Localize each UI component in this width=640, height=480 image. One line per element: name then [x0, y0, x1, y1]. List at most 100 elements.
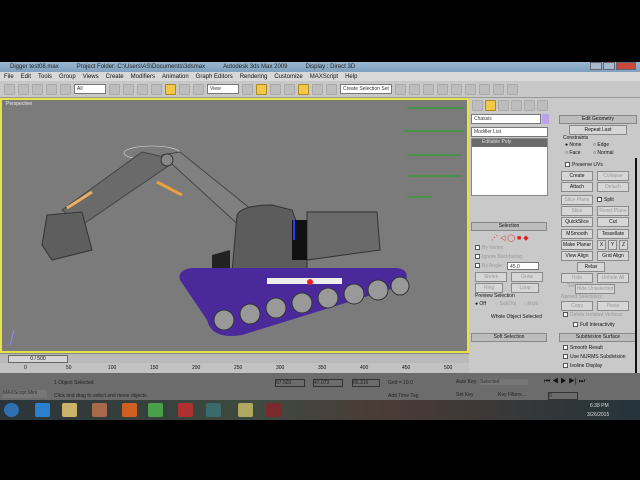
by-angle-checkbox[interactable]: By Angle: [482, 263, 503, 269]
track-bar[interactable]: 0 50 100 150 200 250 300 350 400 450 500 [0, 363, 469, 373]
menu-views[interactable]: Views [83, 74, 99, 80]
rotate-icon[interactable] [179, 83, 190, 95]
modify-tab-icon[interactable] [485, 100, 496, 111]
window-crossing-icon[interactable] [151, 83, 162, 95]
link-icon[interactable] [32, 83, 43, 95]
panel-scrollbar[interactable] [635, 158, 637, 373]
edit-named-sel-icon[interactable] [312, 83, 323, 95]
current-frame-field[interactable]: 0 [548, 392, 578, 400]
key-filters-button[interactable]: Key Filters... [498, 392, 526, 398]
menu-group[interactable]: Group [59, 74, 76, 80]
excavator-model[interactable] [2, 100, 467, 351]
maximize-button[interactable] [603, 62, 615, 70]
selection-rollout[interactable]: Selection [471, 222, 547, 231]
x-coordinate-field[interactable]: 57.503 [275, 379, 305, 387]
redo-icon[interactable] [18, 83, 29, 95]
msmooth-button[interactable]: MSmooth [561, 229, 593, 239]
preview-subobj-radio[interactable]: SubObj [499, 301, 516, 307]
by-vertex-checkbox[interactable]: By Vertex [482, 245, 503, 251]
ring-button[interactable]: Ring [475, 283, 503, 293]
layer-icon[interactable] [423, 83, 434, 95]
clock-time[interactable]: 6:38 PM [590, 403, 609, 409]
constraint-normal-radio[interactable]: Normal [597, 150, 613, 156]
shrink-button[interactable]: Shrink [475, 272, 507, 282]
curve-editor-icon[interactable] [437, 83, 448, 95]
menu-graph-editors[interactable]: Graph Editors [196, 74, 233, 80]
close-button[interactable] [616, 62, 636, 70]
subdivision-surface-rollout[interactable]: Subdivision Surface [559, 333, 637, 342]
percent-snap-icon[interactable] [284, 83, 295, 95]
use-nurms-checkbox[interactable]: Use NURMS Subdivision [570, 354, 626, 360]
hide-selected-button[interactable]: Hide Selected [561, 273, 593, 289]
isoline-display-checkbox[interactable]: Isoline Display [570, 363, 602, 369]
delete-isolated-checkbox[interactable]: Delete Isolated Vertices [570, 312, 623, 318]
subobject-level-icons[interactable]: ⋰ ◁ ◯ ■ ◆ [491, 234, 529, 242]
auto-key-button[interactable]: Auto Key [456, 379, 476, 385]
menu-animation[interactable]: Animation [162, 74, 189, 80]
object-color-swatch[interactable] [542, 114, 549, 124]
constraint-face-radio[interactable]: Face [569, 150, 580, 156]
slice-plane-button[interactable]: Slice Plane [561, 195, 593, 205]
undo-icon[interactable] [4, 83, 15, 95]
render-icon[interactable] [507, 83, 518, 95]
menu-rendering[interactable]: Rendering [240, 74, 268, 80]
cut-button[interactable]: Cut [597, 217, 629, 227]
display-tab-icon[interactable] [524, 100, 535, 111]
chrome-icon[interactable] [148, 403, 163, 417]
reference-coord-dropdown[interactable]: View [207, 84, 239, 94]
snap-icon[interactable] [256, 83, 267, 95]
ignore-backfacing-checkbox[interactable]: Ignore Backfacing [482, 254, 522, 260]
schematic-icon[interactable] [451, 83, 462, 95]
planar-z-button[interactable]: Z [619, 240, 628, 250]
select-by-name-icon[interactable] [123, 83, 134, 95]
repeat-last-button[interactable]: Repeat Last [569, 125, 627, 135]
collapse-button[interactable]: Collapse [597, 171, 629, 181]
view-align-button[interactable]: View Align [561, 251, 593, 261]
menu-file[interactable]: File [4, 74, 14, 80]
selection-filter-dropdown[interactable]: All [74, 84, 106, 94]
time-slider-thumb[interactable]: 0 / 500 [8, 355, 68, 363]
preview-multi-radio[interactable]: Multi [527, 301, 538, 307]
material-editor-icon[interactable] [465, 83, 476, 95]
y-coordinate-field[interactable]: 47.073 [313, 379, 343, 387]
stack-item-editable-poly[interactable]: Editable Poly [472, 139, 547, 147]
modifier-list-dropdown[interactable]: Modifier List [471, 127, 548, 137]
hide-unselected-button[interactable]: Hide Unselected [575, 284, 615, 294]
smooth-result-checkbox[interactable]: Smooth Result [570, 345, 603, 351]
named-sel-icon[interactable] [326, 83, 337, 95]
menu-customize[interactable]: Customize [274, 74, 302, 80]
split-checkbox[interactable]: Split [604, 197, 614, 203]
object-name-field[interactable]: Chassis [471, 114, 541, 124]
preserve-uvs-checkbox[interactable]: Preserve UVs [572, 162, 603, 168]
tessellate-button[interactable]: Tessellate [597, 229, 629, 239]
app-icon[interactable] [178, 403, 193, 417]
start-button-icon[interactable] [4, 403, 19, 417]
key-mode-dropdown[interactable]: Selected [480, 379, 528, 385]
create-tab-icon[interactable] [472, 100, 483, 111]
set-key-button[interactable]: Set Key [456, 392, 474, 398]
playback-controls[interactable]: ⏮ ◀ ▶ ▶| ⏭ [544, 378, 585, 386]
menu-edit[interactable]: Edit [21, 74, 31, 80]
soft-selection-rollout[interactable]: Soft Selection [471, 333, 547, 342]
unlink-icon[interactable] [46, 83, 57, 95]
internet-explorer-icon[interactable] [35, 403, 50, 417]
clock-date[interactable]: 3/26/2015 [587, 412, 609, 418]
perspective-viewport[interactable]: Perspective [0, 98, 469, 353]
menu-help[interactable]: Help [345, 74, 357, 80]
loop-button[interactable]: Loop [511, 283, 539, 293]
constraint-none-radio[interactable]: None [569, 142, 581, 148]
slice-button[interactable]: Slice [561, 206, 593, 216]
attach-button[interactable]: Attach [561, 182, 593, 192]
angle-spinner[interactable]: 45.0 [507, 262, 539, 270]
unhide-all-button[interactable]: Unhide All [597, 273, 629, 283]
notes-icon[interactable] [238, 403, 253, 417]
align-icon[interactable] [409, 83, 420, 95]
z-coordinate-field[interactable]: 65.316 [352, 379, 380, 387]
angle-snap-icon[interactable] [270, 83, 281, 95]
edit-geometry-rollout[interactable]: Edit Geometry [559, 115, 637, 124]
reset-plane-button[interactable]: Reset Plane [597, 206, 629, 216]
copy-button[interactable]: Copy [561, 301, 593, 311]
bind-icon[interactable] [60, 83, 71, 95]
time-slider[interactable]: 0 / 500 [0, 353, 469, 363]
utilities-tab-icon[interactable] [537, 100, 548, 111]
